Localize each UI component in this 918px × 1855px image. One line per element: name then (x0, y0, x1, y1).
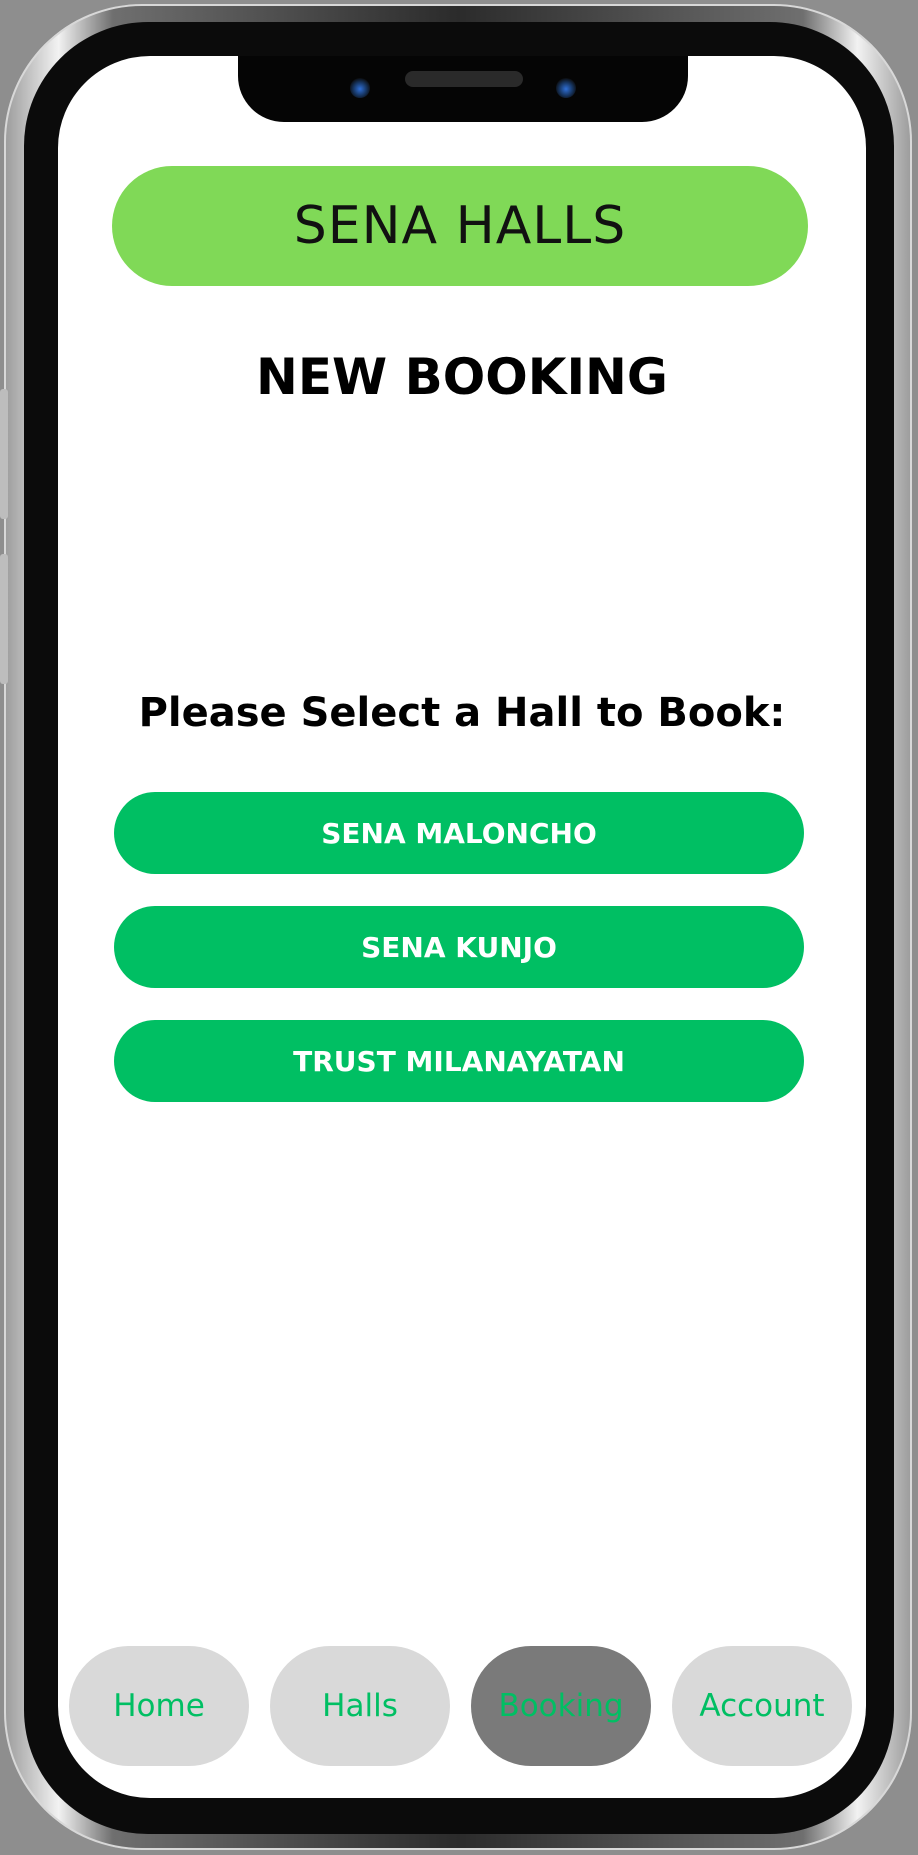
app-title: SENA HALLS (293, 196, 627, 256)
nav-halls[interactable]: Halls (270, 1646, 450, 1766)
hall-button-trust-milanayatan[interactable]: TRUST MILANAYATAN (114, 1020, 804, 1102)
mute-switch (0, 389, 8, 519)
volume-button (0, 554, 8, 684)
sensor-icon (556, 78, 576, 98)
front-camera-icon (350, 78, 370, 98)
nav-booking[interactable]: Booking (471, 1646, 651, 1766)
hall-button-sena-maloncho[interactable]: SENA MALONCHO (114, 792, 804, 874)
nav-home[interactable]: Home (69, 1646, 249, 1766)
app-header: SENA HALLS (112, 166, 808, 286)
phone-screen: SENA HALLS NEW BOOKING Please Select a H… (58, 56, 866, 1798)
notch (238, 56, 688, 122)
earpiece-speaker (405, 71, 523, 87)
page-title: NEW BOOKING (256, 348, 668, 406)
nav-account[interactable]: Account (672, 1646, 852, 1766)
hall-button-sena-kunjo[interactable]: SENA KUNJO (114, 906, 804, 988)
hall-select-prompt: Please Select a Hall to Book: (138, 690, 786, 736)
